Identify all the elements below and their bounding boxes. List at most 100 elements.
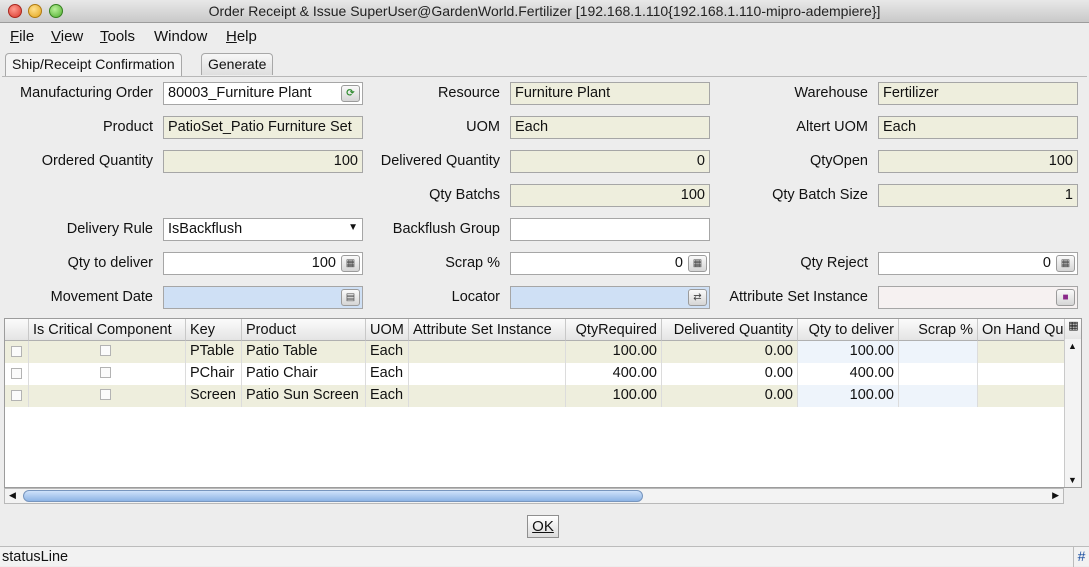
menu-view[interactable]: View [51, 28, 83, 45]
uom-field: Each [510, 116, 710, 139]
scroll-right-icon[interactable]: ▶ [1052, 490, 1059, 501]
locator-icon[interactable]: ⇄ [688, 289, 707, 306]
table-header-scrap[interactable]: Scrap % [899, 319, 978, 341]
table-header-product[interactable]: Product [242, 319, 366, 341]
manufacturing-order-label: Manufacturing Order [20, 85, 153, 101]
menu-help-mnemonic: H [226, 28, 237, 45]
horizontal-scrollbar[interactable]: ◀ ▶ [4, 488, 1064, 504]
table-header-select[interactable] [5, 319, 29, 341]
column-chooser-icon[interactable]: ▦ [1065, 319, 1081, 341]
dropdown-arrow-icon: ▼ [348, 222, 358, 233]
qty-batchs-label: Qty Batchs [429, 187, 500, 203]
qty-to-deliver-label: Qty to deliver [67, 255, 153, 271]
locator-field[interactable]: ⇄ [510, 286, 710, 309]
on-hand-cell [978, 363, 1065, 385]
is-critical-cell [29, 363, 186, 385]
qty-to-deliver-value: 100 [311, 255, 336, 271]
qty-reject-label: Qty Reject [800, 255, 868, 271]
table-row[interactable]: PChair Patio Chair Each 400.00 0.00 400.… [5, 363, 1065, 385]
refresh-icon[interactable]: ⟳ [341, 85, 360, 102]
is-critical-checkbox[interactable] [100, 345, 111, 356]
calendar-icon[interactable]: ▤ [341, 289, 360, 306]
qty-required-cell: 100.00 [566, 341, 662, 363]
backflush-group-field[interactable] [510, 218, 710, 241]
calculator-icon[interactable]: ▦ [688, 255, 707, 272]
table-row[interactable]: Screen Patio Sun Screen Each 100.00 0.00… [5, 385, 1065, 407]
uom-cell: Each [366, 385, 409, 407]
movement-date-field[interactable]: ▤ [163, 286, 363, 309]
calculator-icon[interactable]: ▦ [341, 255, 360, 272]
table-row[interactable]: PTable Patio Table Each 100.00 0.00 100.… [5, 341, 1065, 363]
manufacturing-order-field[interactable]: 80003_Furniture Plant ⟳ [163, 82, 363, 105]
title-bar: Order Receipt & Issue SuperUser@GardenWo… [0, 0, 1089, 23]
qty-reject-value: 0 [1042, 255, 1051, 271]
table-header-uom[interactable]: UOM [366, 319, 409, 341]
scrap-cell[interactable] [899, 341, 978, 363]
qty-to-deliver-field[interactable]: 100 ▦ [163, 252, 363, 275]
tab-ship-receipt-confirmation[interactable]: Ship/Receipt Confirmation [5, 53, 182, 76]
to-deliver-cell[interactable]: 100.00 [798, 341, 899, 363]
row-select-checkbox[interactable] [11, 368, 22, 379]
to-deliver-cell[interactable]: 100.00 [798, 385, 899, 407]
horizontal-scroll-thumb[interactable] [23, 490, 643, 502]
window-title: Order Receipt & Issue SuperUser@GardenWo… [208, 3, 881, 19]
is-critical-checkbox[interactable] [100, 389, 111, 400]
menu-window[interactable]: Window [154, 28, 207, 45]
row-select-checkbox[interactable] [11, 390, 22, 401]
table-header-delivered-quantity[interactable]: Delivered Quantity [662, 319, 798, 341]
manufacturing-order-value: 80003_Furniture Plant [168, 85, 312, 101]
scroll-up-icon[interactable]: ▲ [1068, 341, 1077, 351]
delivered-cell: 0.00 [662, 341, 798, 363]
row-select-checkbox[interactable] [11, 346, 22, 357]
table-header-on-hand[interactable]: On Hand Qu [978, 319, 1065, 341]
key-cell: Screen [186, 385, 242, 407]
scrap-field[interactable]: 0 ▦ [510, 252, 710, 275]
scrap-cell[interactable] [899, 385, 978, 407]
tab-strip: Ship/Receipt Confirmation Generate [0, 53, 1089, 77]
attribute-set-instance-field[interactable]: ■ [878, 286, 1078, 309]
ordered-quantity-label: Ordered Quantity [41, 153, 153, 169]
key-cell: PChair [186, 363, 242, 385]
scrap-cell[interactable] [899, 363, 978, 385]
ok-button[interactable]: OK [527, 515, 559, 538]
scroll-left-icon[interactable]: ◀ [9, 490, 16, 501]
vertical-scrollbar[interactable]: ▲ ▼ [1064, 339, 1081, 487]
asi-cell [409, 363, 566, 385]
qty-batch-size-label: Qty Batch Size [772, 187, 868, 203]
menu-help[interactable]: Help [226, 28, 257, 45]
on-hand-cell [978, 341, 1065, 363]
product-label: Product [103, 119, 153, 135]
table-header-is-critical[interactable]: Is Critical Component [29, 319, 186, 341]
delivered-cell: 0.00 [662, 363, 798, 385]
calculator-icon[interactable]: ▦ [1056, 255, 1075, 272]
attribute-icon[interactable]: ■ [1056, 289, 1075, 306]
menu-file-mnemonic: F [10, 28, 20, 45]
menu-view-mnemonic: V [51, 28, 61, 45]
qty-reject-field[interactable]: 0 ▦ [878, 252, 1078, 275]
status-line: statusLine [2, 549, 69, 565]
table-header-key[interactable]: Key [186, 319, 242, 341]
qty-open-field: 100 [878, 150, 1078, 173]
menu-bar: File View Tools Window Help [0, 24, 1089, 49]
delivered-cell: 0.00 [662, 385, 798, 407]
movement-date-label: Movement Date [50, 289, 153, 305]
scrap-label: Scrap % [445, 255, 500, 271]
row-select-cell [5, 341, 29, 363]
table-header-attribute-set-instance[interactable]: Attribute Set Instance [409, 319, 566, 341]
to-deliver-cell[interactable]: 400.00 [798, 363, 899, 385]
scrap-value: 0 [674, 255, 683, 271]
menu-tools[interactable]: Tools [100, 28, 135, 45]
warehouse-field: Fertilizer [878, 82, 1078, 105]
is-critical-checkbox[interactable] [100, 367, 111, 378]
scroll-down-icon[interactable]: ▼ [1068, 475, 1077, 485]
menu-file-label: ile [19, 28, 35, 45]
ok-button-label: OK [532, 518, 554, 535]
menu-file[interactable]: File [10, 28, 34, 45]
delivery-rule-select[interactable]: IsBackflush ▼ [163, 218, 363, 241]
on-hand-cell [978, 385, 1065, 407]
product-cell: Patio Sun Screen [242, 385, 366, 407]
status-info-button[interactable]: # [1073, 547, 1089, 567]
table-header-qty-to-deliver[interactable]: Qty to deliver [798, 319, 899, 341]
tab-generate[interactable]: Generate [201, 53, 274, 75]
table-header-qty-required[interactable]: QtyRequired [566, 319, 662, 341]
